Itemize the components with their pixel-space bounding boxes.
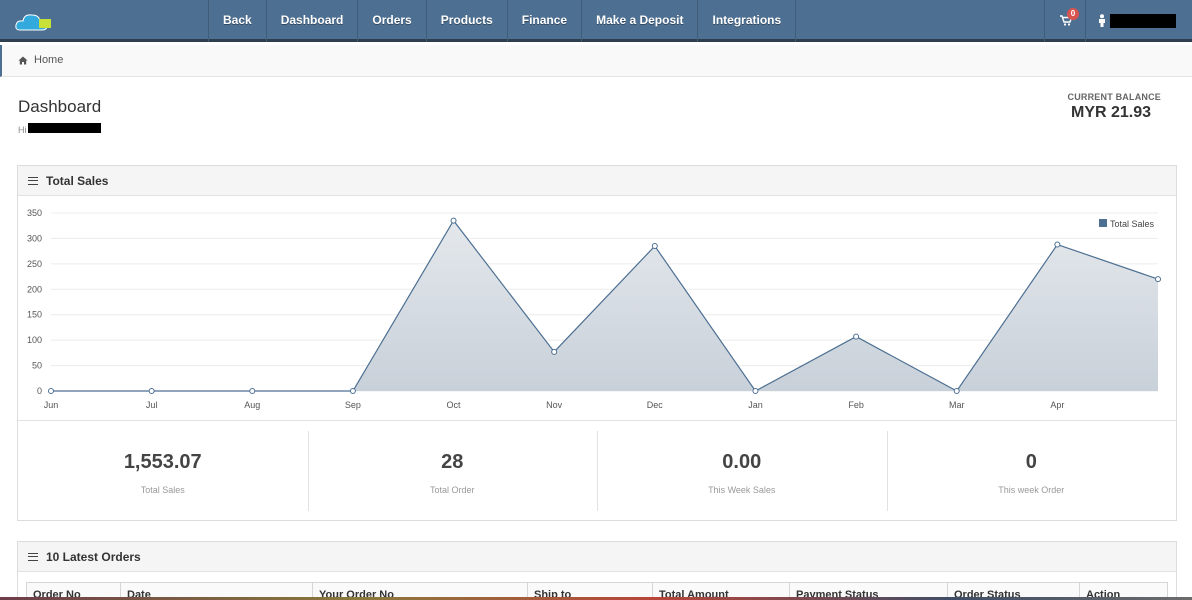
x-tick-label: Jul: [146, 400, 158, 410]
top-navbar: Back Dashboard Orders Products Finance M…: [0, 0, 1192, 42]
latest-orders-panel-header: 10 Latest Orders: [18, 542, 1176, 572]
data-point: [1054, 241, 1061, 248]
stat-total-sales: 1,553.07 Total Sales: [18, 421, 308, 520]
home-icon: [18, 56, 28, 64]
nav-make-a-deposit[interactable]: Make a Deposit: [582, 0, 699, 42]
nav-orders[interactable]: Orders: [358, 0, 427, 42]
menu-bars-icon: [28, 552, 38, 561]
x-tick-label: Oct: [447, 400, 462, 410]
total-sales-panel-title: Total Sales: [46, 173, 109, 188]
data-point: [349, 388, 356, 394]
stat-this-week-order-value: 0: [1025, 451, 1037, 473]
legend-swatch: [1099, 219, 1107, 227]
total-sales-panel: Total Sales 0 50 100 150 200 250 300 350 Jun Jul A…: [17, 165, 1177, 521]
x-tick-label: Jun: [44, 400, 59, 410]
breadcrumb-home-label: Home: [34, 54, 64, 66]
legend-label: Total Sales: [1110, 219, 1155, 229]
stat-total-order: 28 Total Order: [307, 421, 598, 520]
redacted-user-name: [28, 123, 101, 133]
user-icon: [1099, 14, 1105, 27]
x-tick-label: Nov: [546, 400, 563, 410]
data-point: [148, 388, 155, 394]
stat-total-order-label: Total Order: [429, 485, 475, 495]
x-tick-label: Dec: [647, 400, 664, 410]
cart-count-badge: 0: [1067, 8, 1079, 20]
y-tick-label: 150: [27, 310, 42, 320]
menu-bars-icon: [28, 176, 38, 185]
stat-total-order-value: 28: [441, 451, 464, 473]
data-point: [48, 388, 54, 394]
data-point: [1155, 276, 1161, 283]
x-tick-label: Sep: [345, 400, 361, 410]
greeting-text: Hi: [18, 125, 27, 135]
stat-this-week-sales: 0.00 This Week Sales: [597, 421, 887, 520]
latest-orders-panel: 10 Latest Orders Order No Date Your Orde…: [17, 541, 1177, 600]
breadcrumb-home-link[interactable]: Home: [18, 54, 63, 66]
y-tick-label: 250: [27, 259, 42, 269]
page-title: Dashboard: [18, 97, 102, 116]
x-tick-label: Apr: [1050, 400, 1064, 410]
y-tick-label: 350: [27, 208, 42, 218]
x-tick-label: Jan: [748, 400, 763, 410]
total-sales-panel-header: Total Sales: [18, 166, 1176, 196]
cart-button[interactable]: 0: [1044, 0, 1086, 42]
y-tick-label: 50: [32, 361, 42, 371]
nav-integrations[interactable]: Integrations: [698, 0, 797, 42]
data-point: [450, 217, 457, 224]
stat-this-week-sales-value: 0.00: [722, 451, 762, 473]
nav-dashboard[interactable]: Dashboard: [267, 0, 359, 42]
y-tick-label: 200: [27, 284, 42, 294]
y-tick-label: 0: [37, 386, 42, 396]
cloud-logo-icon: [15, 14, 51, 31]
stat-this-week-sales-label: This Week Sales: [708, 485, 776, 495]
main-nav: Back Dashboard Orders Products Finance M…: [208, 0, 797, 42]
y-tick-label: 300: [27, 233, 42, 243]
current-balance-value: MYR 21.93: [1071, 104, 1152, 121]
x-tick-label: Feb: [848, 400, 864, 410]
data-point: [651, 243, 658, 250]
latest-orders-panel-title: 10 Latest Orders: [46, 549, 141, 564]
data-point: [551, 348, 558, 355]
data-point: [953, 388, 960, 394]
stat-this-week-order-label: This week Order: [998, 485, 1065, 495]
stats-row: 1,553.07 Total Sales 28 Total Order 0.00…: [18, 420, 1176, 520]
total-sales-chart: 0 50 100 150 200 250 300 350 Jun Jul Aug Sep Oct Nov D…: [27, 208, 1161, 410]
data-point: [249, 388, 256, 394]
data-point: [853, 333, 860, 340]
nav-back[interactable]: Back: [209, 0, 267, 42]
breadcrumb: Home: [0, 45, 1192, 77]
user-menu[interactable]: [1086, 0, 1192, 42]
redacted-username: [1110, 14, 1176, 28]
data-point: [752, 388, 759, 394]
brand-logo[interactable]: [14, 10, 54, 34]
y-tick-label: 100: [27, 335, 42, 345]
x-tick-label: Mar: [949, 400, 965, 410]
nav-products[interactable]: Products: [427, 0, 508, 42]
stat-total-sales-value: 1,553.07: [123, 451, 202, 473]
stat-this-week-order: 0 This week Order: [886, 421, 1177, 520]
nav-finance[interactable]: Finance: [508, 0, 583, 42]
x-tick-label: Aug: [244, 400, 260, 410]
current-balance-label: CURRENT BALANCE: [1067, 92, 1161, 102]
stat-total-sales-label: Total Sales: [140, 485, 185, 495]
